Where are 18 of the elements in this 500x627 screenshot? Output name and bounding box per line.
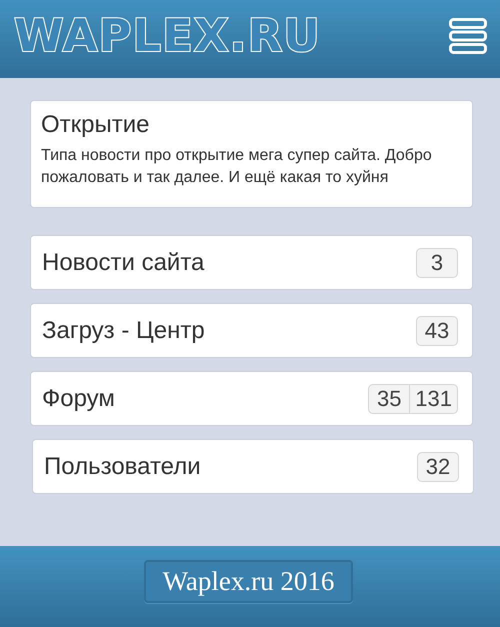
menu-item-label: Форум <box>42 384 115 412</box>
count-badge: 43 <box>416 316 458 346</box>
count-badge: 32 <box>417 452 459 482</box>
menu-item-label: Загруз - Центр <box>42 316 205 344</box>
count-badge: 131 <box>409 384 458 414</box>
menu-icon[interactable] <box>449 18 487 54</box>
news-title: Открытие <box>41 111 151 139</box>
count-badge: 3 <box>416 248 458 278</box>
copyright-label: Waplex.ru 2016 <box>144 560 354 603</box>
menu-item[interactable]: Новости сайта 3 <box>30 235 473 290</box>
site-logo[interactable]: WAPLEX.RU <box>14 12 321 58</box>
menu-item-label: Новости сайта <box>42 248 204 276</box>
menu-item[interactable]: Форум 35 131 <box>30 371 473 426</box>
menu-item-label: Пользователи <box>44 452 201 480</box>
menu-item[interactable]: Загруз - Центр 43 <box>30 303 473 358</box>
news-text: Типа новости про открытие мега супер сайта. Добро пожаловать и так далее. И ещё какая то хуйня <box>41 146 433 188</box>
menu-item[interactable]: Пользователи 32 <box>32 439 474 494</box>
count-badge: 35 <box>368 384 410 414</box>
